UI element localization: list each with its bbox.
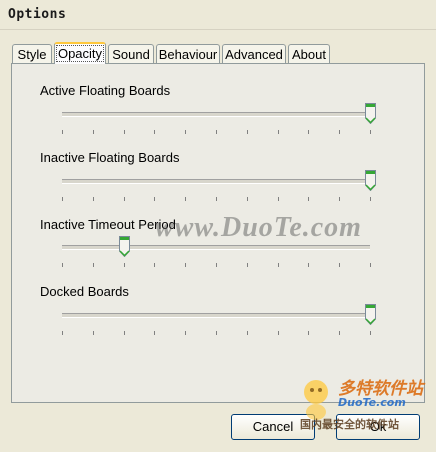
tab-label: Advanced bbox=[225, 47, 283, 62]
tab-label: Sound bbox=[112, 47, 150, 62]
tab-label: Opacity bbox=[55, 45, 105, 62]
slider-track bbox=[62, 179, 370, 184]
slider-tick bbox=[124, 263, 125, 267]
slider-thumb[interactable] bbox=[365, 170, 376, 192]
slider-thumb[interactable] bbox=[365, 103, 376, 125]
slider-tick bbox=[93, 331, 94, 335]
docked-boards-label: Docked Boards bbox=[40, 284, 129, 299]
slider-tick bbox=[216, 197, 217, 201]
slider-tick bbox=[247, 263, 248, 267]
slider-tick bbox=[124, 130, 125, 134]
slider-tick bbox=[62, 130, 63, 134]
slider-tick bbox=[216, 263, 217, 267]
opacity-panel: Active Floating Boards Inactive Floating… bbox=[11, 63, 425, 403]
slider-tick bbox=[124, 331, 125, 335]
slider-tick bbox=[185, 263, 186, 267]
inactive-timeout-period-slider[interactable] bbox=[50, 235, 371, 269]
slider-tick bbox=[93, 130, 94, 134]
slider-tick bbox=[216, 130, 217, 134]
docked-boards-slider[interactable] bbox=[50, 303, 376, 337]
ok-button[interactable]: Ok bbox=[336, 414, 420, 440]
slider-track bbox=[62, 245, 370, 250]
tab-label: About bbox=[292, 47, 326, 62]
slider-ticks bbox=[62, 197, 371, 202]
tab-label: Style bbox=[17, 47, 47, 62]
slider-tick bbox=[278, 197, 279, 201]
slider-tick bbox=[185, 130, 186, 134]
slider-tick bbox=[62, 331, 63, 335]
slider-tick bbox=[308, 331, 309, 335]
inactive-floating-boards-label: Inactive Floating Boards bbox=[40, 150, 180, 165]
tab-about[interactable]: About bbox=[288, 44, 330, 63]
slider-tick bbox=[62, 197, 63, 201]
tab-sound[interactable]: Sound bbox=[108, 44, 154, 63]
slider-tick bbox=[62, 263, 63, 267]
slider-tick bbox=[339, 331, 340, 335]
slider-tick bbox=[154, 130, 155, 134]
window-title: Options bbox=[8, 7, 67, 22]
slider-ticks bbox=[62, 331, 371, 336]
tab-label: Behaviour bbox=[158, 47, 218, 62]
slider-tick bbox=[308, 130, 309, 134]
tab-behaviour[interactable]: Behaviour bbox=[156, 44, 220, 63]
slider-tick bbox=[339, 197, 340, 201]
slider-tick bbox=[185, 331, 186, 335]
slider-ticks bbox=[62, 263, 371, 268]
slider-tick bbox=[154, 331, 155, 335]
slider-tick bbox=[216, 331, 217, 335]
slider-tick bbox=[370, 331, 371, 335]
slider-tick bbox=[308, 197, 309, 201]
slider-tick bbox=[124, 197, 125, 201]
inactive-timeout-period-label: Inactive Timeout Period bbox=[40, 217, 176, 232]
slider-tick bbox=[247, 130, 248, 134]
slider-tick bbox=[93, 263, 94, 267]
slider-tick bbox=[154, 197, 155, 201]
slider-tick bbox=[247, 331, 248, 335]
cancel-button[interactable]: Cancel bbox=[231, 414, 315, 440]
slider-tick bbox=[278, 331, 279, 335]
slider-tick bbox=[278, 130, 279, 134]
active-floating-boards-label: Active Floating Boards bbox=[40, 83, 171, 98]
tab-advanced[interactable]: Advanced bbox=[222, 44, 286, 63]
slider-track bbox=[62, 112, 370, 117]
slider-tick bbox=[278, 263, 279, 267]
active-floating-boards-slider[interactable] bbox=[50, 102, 376, 136]
slider-tick bbox=[370, 197, 371, 201]
slider-tick bbox=[185, 197, 186, 201]
tab-opacity[interactable]: Opacity bbox=[54, 42, 106, 64]
slider-tick bbox=[339, 263, 340, 267]
slider-tick bbox=[339, 130, 340, 134]
slider-tick bbox=[154, 263, 155, 267]
slider-tick bbox=[93, 197, 94, 201]
inactive-floating-boards-slider[interactable] bbox=[50, 169, 376, 203]
slider-tick bbox=[247, 197, 248, 201]
tab-style[interactable]: Style bbox=[12, 44, 52, 63]
slider-tick bbox=[370, 263, 371, 267]
slider-track bbox=[62, 313, 370, 318]
slider-thumb[interactable] bbox=[365, 304, 376, 326]
slider-ticks bbox=[62, 130, 371, 135]
title-bar[interactable]: Options bbox=[0, 0, 436, 30]
slider-tick bbox=[370, 130, 371, 134]
slider-tick bbox=[308, 263, 309, 267]
slider-thumb[interactable] bbox=[119, 236, 130, 258]
